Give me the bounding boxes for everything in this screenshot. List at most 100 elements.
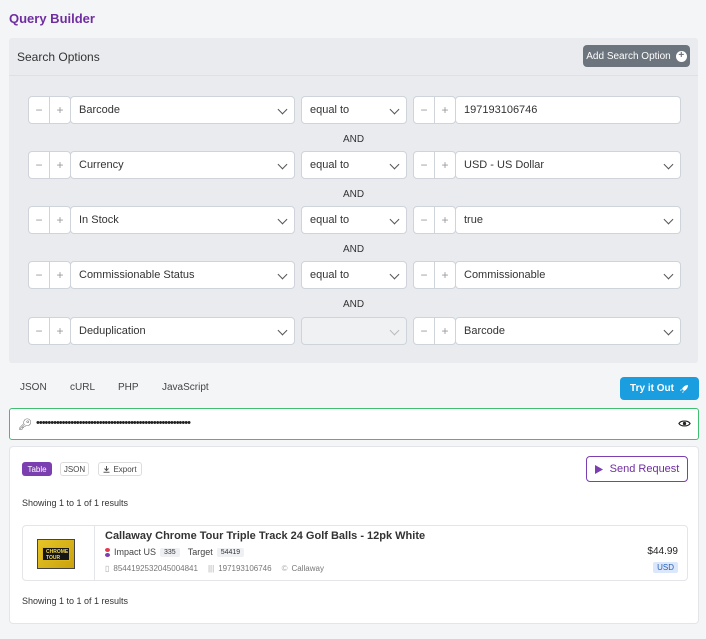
eye-icon[interactable]	[678, 419, 691, 428]
field-select[interactable]: Currency	[70, 151, 295, 179]
minus-icon[interactable]: −	[29, 318, 50, 344]
download-icon	[103, 465, 110, 473]
and-connector: AND	[342, 189, 365, 200]
field-select-value: Currency	[79, 159, 124, 171]
value-select-text: true	[464, 214, 483, 226]
value-input[interactable]: 197193106746	[455, 96, 681, 124]
plus-icon[interactable]: +	[435, 318, 455, 344]
merchant-name: Target	[187, 547, 213, 557]
try-it-out-label: Try it Out	[630, 383, 674, 394]
minus-icon[interactable]: −	[29, 207, 50, 233]
field-stepper[interactable]: − +	[28, 317, 71, 345]
field-select-value: Deduplication	[79, 325, 146, 337]
results-count-bottom: Showing 1 to 1 of 1 results	[22, 596, 129, 606]
minus-icon[interactable]: −	[29, 262, 50, 288]
operator-select[interactable]: equal to	[301, 96, 407, 124]
result-card[interactable]: CHROME TOUR Callaway Chrome Tour Triple …	[22, 525, 688, 581]
product-network-row: Impact US 335 Target 54419	[105, 547, 245, 557]
plus-circle-icon: +	[675, 50, 687, 62]
plus-icon[interactable]: +	[50, 207, 70, 233]
value-select[interactable]: Barcode	[455, 317, 681, 345]
chevron-down-icon	[277, 214, 288, 225]
operator-select-disabled	[301, 317, 407, 345]
operator-select[interactable]: equal to	[301, 151, 407, 179]
add-search-option-label: Add Search Option	[586, 50, 671, 62]
view-tab-json[interactable]: JSON	[60, 462, 89, 476]
minus-icon[interactable]: −	[414, 152, 435, 178]
plus-icon[interactable]: +	[435, 97, 455, 123]
value-select[interactable]: Commissionable	[455, 261, 681, 289]
field-select[interactable]: Deduplication	[70, 317, 295, 345]
network-name: Impact US	[114, 547, 157, 557]
api-key-input[interactable]: 🔑︎ •••••••••••••••••••••••••••••••••••••…	[9, 408, 699, 440]
field-select[interactable]: Commissionable Status	[70, 261, 295, 289]
send-request-button[interactable]: Send Request	[586, 456, 688, 482]
value-stepper[interactable]: − +	[413, 261, 456, 289]
field-select[interactable]: In Stock	[70, 206, 295, 234]
operator-select[interactable]: equal to	[301, 206, 407, 234]
operator-select-value: equal to	[310, 214, 350, 226]
plus-icon[interactable]: +	[435, 152, 455, 178]
plus-icon[interactable]: +	[435, 207, 455, 233]
minus-icon[interactable]: −	[414, 207, 435, 233]
plus-icon[interactable]: +	[50, 152, 70, 178]
chevron-down-icon	[277, 104, 288, 115]
export-button[interactable]: Export	[98, 462, 142, 476]
minus-icon[interactable]: −	[414, 262, 435, 288]
results-count-top: Showing 1 to 1 of 1 results	[22, 498, 129, 508]
chevron-down-icon	[663, 214, 674, 225]
minus-icon[interactable]: −	[414, 97, 435, 123]
plus-icon[interactable]: +	[50, 97, 70, 123]
plus-icon[interactable]: +	[50, 262, 70, 288]
value-input-text: 197193106746	[464, 104, 538, 116]
operator-select-value: equal to	[310, 104, 350, 116]
and-connector: AND	[342, 299, 365, 310]
operator-select[interactable]: equal to	[301, 261, 407, 289]
view-tab-table[interactable]: Table	[22, 462, 52, 476]
value-stepper[interactable]: − +	[413, 206, 456, 234]
network-icon	[105, 547, 110, 557]
network-id-badge: 335	[160, 547, 180, 557]
export-label: Export	[113, 464, 137, 474]
field-select-value: In Stock	[79, 214, 119, 226]
plus-icon[interactable]: +	[435, 262, 455, 288]
minus-icon[interactable]: −	[29, 97, 50, 123]
product-meta-row: ▯ 8544192532045004841 ||| 197193106746 ©…	[105, 564, 324, 573]
chevron-down-icon	[389, 214, 400, 225]
rocket-icon	[679, 384, 688, 393]
field-stepper[interactable]: − +	[28, 151, 71, 179]
tab-curl[interactable]: cURL	[70, 382, 95, 393]
field-select-value: Commissionable Status	[79, 269, 195, 281]
value-stepper[interactable]: − +	[413, 96, 456, 124]
search-options-panel: Search Options Add Search Option + − + Ba…	[9, 38, 698, 363]
field-select[interactable]: Barcode	[70, 96, 295, 124]
value-select[interactable]: USD - US Dollar	[455, 151, 681, 179]
plus-icon[interactable]: +	[50, 318, 70, 344]
value-stepper[interactable]: − +	[413, 317, 456, 345]
add-search-option-button[interactable]: Add Search Option +	[583, 45, 690, 67]
play-icon	[594, 464, 603, 474]
value-stepper[interactable]: − +	[413, 151, 456, 179]
field-stepper[interactable]: − +	[28, 206, 71, 234]
operator-select-value: equal to	[310, 159, 350, 171]
product-sku: 8544192532045004841	[113, 564, 198, 573]
minus-icon[interactable]: −	[414, 318, 435, 344]
field-stepper[interactable]: − +	[28, 96, 71, 124]
product-brand: Callaway	[291, 564, 324, 573]
api-key-value: ••••••••••••••••••••••••••••••••••••••••…	[36, 417, 191, 429]
tab-javascript[interactable]: JavaScript	[162, 382, 209, 393]
try-it-out-button[interactable]: Try it Out	[620, 377, 699, 400]
merchant-id-badge: 54419	[216, 547, 245, 557]
chevron-down-icon	[389, 104, 400, 115]
chevron-down-icon	[277, 325, 288, 336]
field-select-value: Barcode	[79, 104, 120, 116]
chevron-down-icon	[389, 325, 400, 336]
field-stepper[interactable]: − +	[28, 261, 71, 289]
product-title[interactable]: Callaway Chrome Tour Triple Track 24 Gol…	[105, 530, 425, 542]
results-panel: Table JSON Export Send Request Showing 1…	[9, 446, 699, 624]
tab-json[interactable]: JSON	[20, 382, 47, 393]
value-select[interactable]: true	[455, 206, 681, 234]
minus-icon[interactable]: −	[29, 152, 50, 178]
tab-php[interactable]: PHP	[118, 382, 139, 393]
chevron-down-icon	[277, 269, 288, 280]
